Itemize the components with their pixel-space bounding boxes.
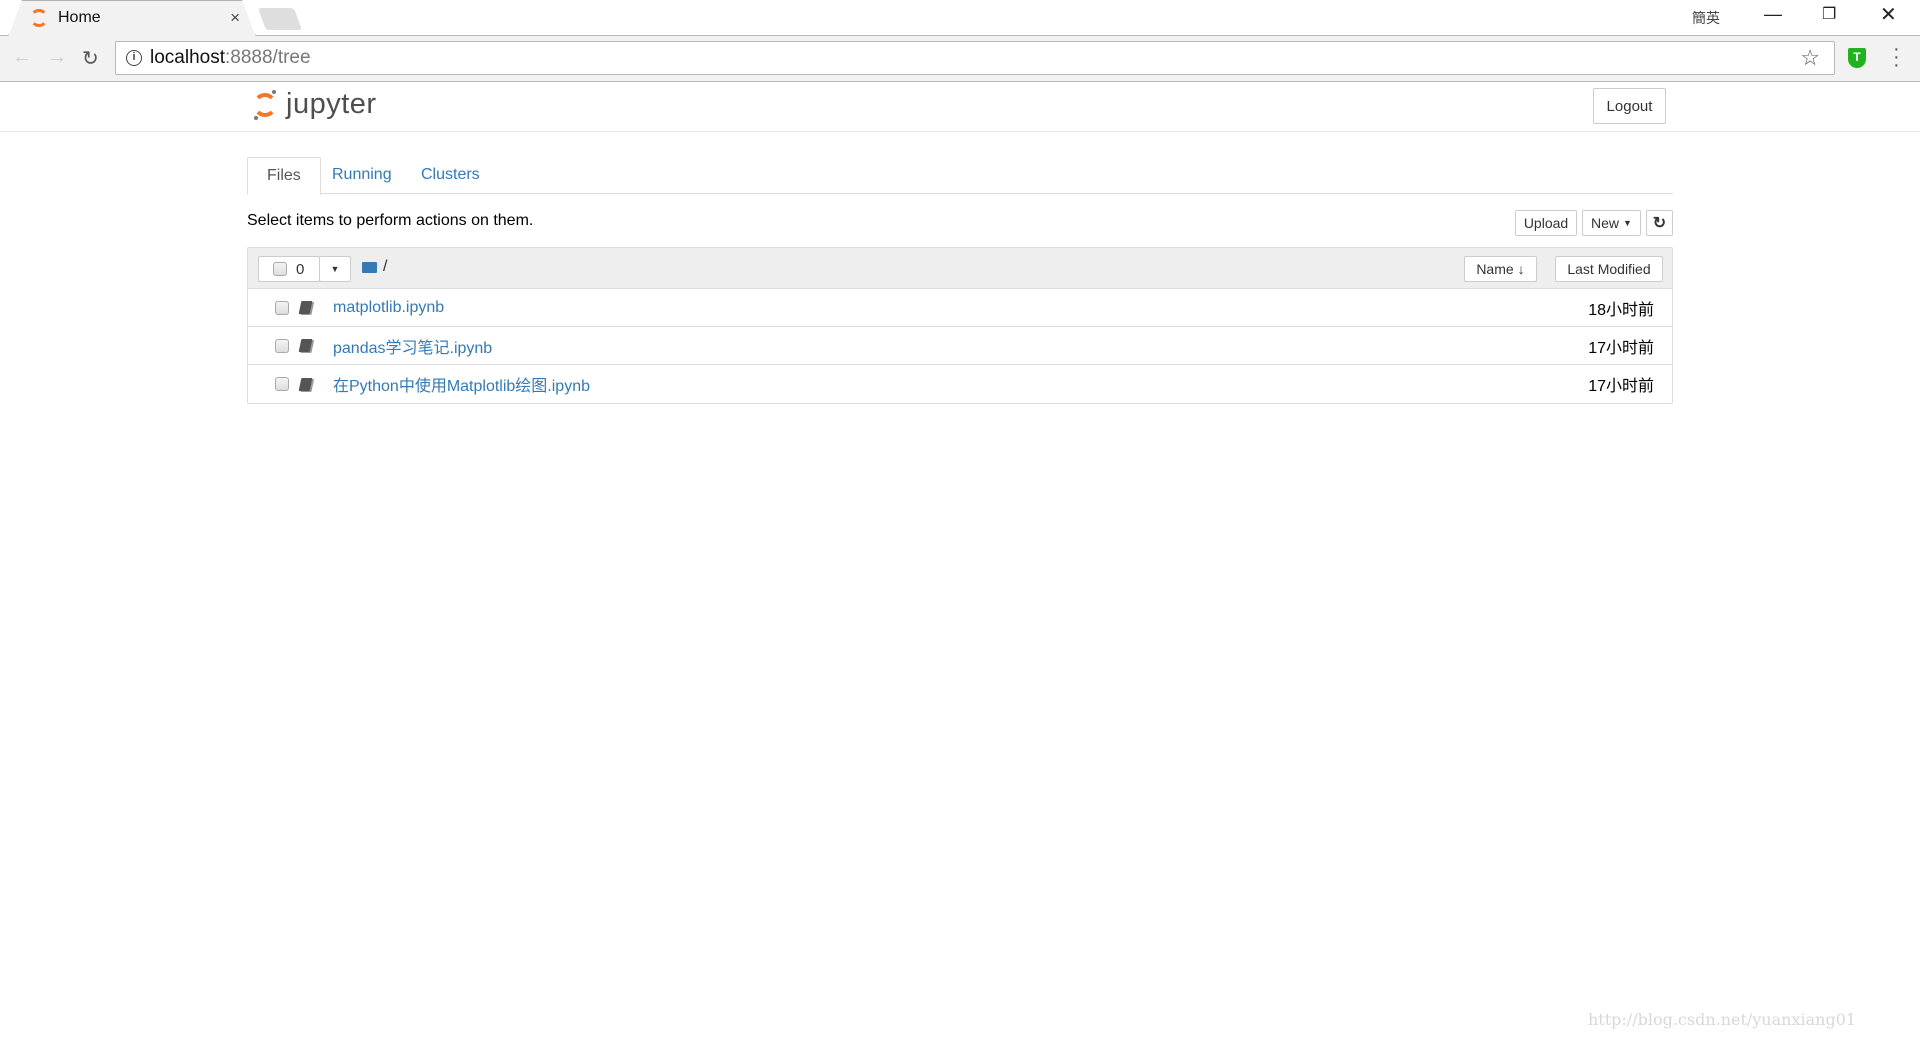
- window-close-icon[interactable]: ✕: [1880, 2, 1897, 27]
- folder-icon[interactable]: [362, 262, 377, 273]
- tab-title: Home: [58, 9, 101, 26]
- sort-last-modified-button[interactable]: Last Modified: [1555, 256, 1663, 282]
- tab-clusters[interactable]: Clusters: [402, 157, 499, 194]
- info-icon[interactable]: i: [126, 50, 142, 66]
- menu-icon[interactable]: · · ·: [1893, 39, 1900, 75]
- restore-icon[interactable]: ❐: [1822, 4, 1836, 24]
- upload-button[interactable]: Upload: [1515, 210, 1577, 236]
- file-modified: 17小时前: [1588, 378, 1654, 395]
- shield-extension-icon[interactable]: T: [1848, 48, 1866, 68]
- new-tab-button[interactable]: [257, 8, 303, 30]
- file-list: 0 ▼ / Name ↓ Last Modified matplotlib.ipy…: [247, 247, 1673, 404]
- notebook-icon: [298, 339, 313, 352]
- minimize-icon[interactable]: —: [1764, 4, 1782, 25]
- selection-hint: Select items to perform actions on them.: [247, 212, 534, 229]
- watermark: http://blog.csdn.net/yuanxiang01: [1588, 1010, 1857, 1029]
- new-dropdown-button[interactable]: New ▼: [1582, 210, 1641, 236]
- forward-icon[interactable]: →: [47, 46, 67, 69]
- file-modified: 18小时前: [1588, 301, 1654, 319]
- star-icon[interactable]: ☆: [1800, 45, 1820, 71]
- notebook-icon: [298, 301, 313, 314]
- notebook-icon: [298, 377, 313, 391]
- browser-tab-content[interactable]: Home ×: [20, 0, 252, 36]
- file-link[interactable]: 在Python中使用Matplotlib绘图.ipynb: [333, 372, 590, 396]
- logout-button[interactable]: Logout: [1593, 88, 1666, 124]
- logo-text: jupyter: [286, 88, 377, 120]
- select-all-checkbox[interactable]: [273, 262, 287, 276]
- selected-count: 0: [296, 260, 305, 278]
- tab-running[interactable]: Running: [313, 157, 411, 194]
- file-link[interactable]: pandas学习笔记.ipynb: [333, 334, 492, 358]
- url-path: :8888/tree: [225, 47, 311, 68]
- file-row[interactable]: 在Python中使用Matplotlib绘图.ipynb 17小时前: [248, 365, 1672, 403]
- main-tabs: Files Running Clusters: [247, 157, 1673, 195]
- select-all-button[interactable]: 0: [258, 256, 320, 282]
- row-checkbox[interactable]: [275, 300, 289, 315]
- jupyter-logo-icon: [252, 89, 278, 120]
- ime-indicator: 簡英: [1692, 10, 1720, 26]
- address-bar[interactable]: i localhost:8888/tree ☆: [115, 41, 1835, 75]
- reload-icon[interactable]: ↻: [82, 46, 99, 71]
- tab-close-icon[interactable]: ×: [230, 8, 240, 28]
- file-row[interactable]: pandas学习笔记.ipynb 17小时前: [248, 327, 1672, 365]
- arrow-down-icon: ↓: [1517, 261, 1525, 277]
- file-row[interactable]: matplotlib.ipynb 18小时前: [248, 289, 1672, 327]
- jupyter-logo[interactable]: jupyter: [252, 88, 377, 121]
- sort-name-label: Name: [1476, 261, 1514, 277]
- row-checkbox[interactable]: [275, 338, 289, 353]
- back-icon[interactable]: ←: [12, 46, 32, 69]
- jupyter-favicon-icon: [30, 9, 48, 27]
- row-checkbox[interactable]: [275, 377, 289, 391]
- sort-name-button[interactable]: Name ↓: [1464, 256, 1537, 282]
- refresh-icon[interactable]: ↻: [1646, 210, 1673, 236]
- caret-down-icon: ▼: [1623, 218, 1632, 228]
- tab-files[interactable]: Files: [247, 157, 321, 195]
- new-label: New: [1591, 215, 1620, 231]
- file-modified: 17小时前: [1588, 339, 1654, 357]
- list-header: 0 ▼ / Name ↓ Last Modified: [248, 248, 1672, 289]
- breadcrumb-root[interactable]: /: [383, 258, 387, 276]
- file-link[interactable]: matplotlib.ipynb: [333, 299, 444, 317]
- url-host: localhost: [150, 47, 225, 68]
- select-menu-caret-icon[interactable]: ▼: [319, 256, 351, 282]
